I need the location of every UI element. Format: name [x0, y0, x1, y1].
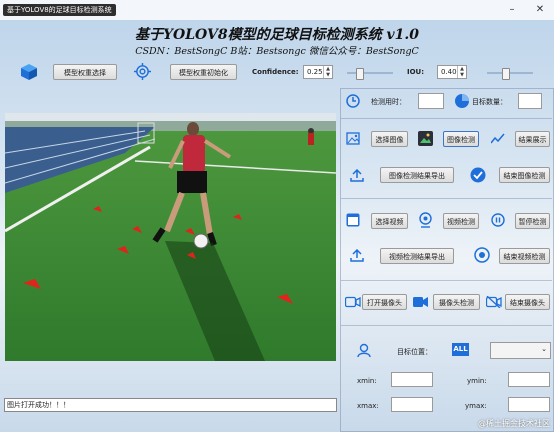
- detect-video-button[interactable]: 视频检测: [443, 213, 479, 229]
- photo-icon: [418, 131, 433, 146]
- camera-off-icon: [486, 296, 502, 308]
- soccer-field-image: [5, 113, 336, 361]
- ymax-label: ymax:: [465, 402, 487, 410]
- webcam-icon: [419, 212, 432, 228]
- end-image-detect-button[interactable]: 结束图像检测: [499, 167, 550, 183]
- status-bar: 图片打开成功！！！: [4, 398, 337, 412]
- divider: [341, 325, 552, 326]
- image-icon: [346, 132, 360, 145]
- show-result-button[interactable]: 结果展示: [515, 131, 550, 147]
- credits-text: CSDN：BestSongC B站：Bestsongc 微信公众号：BestSo…: [135, 46, 419, 57]
- iou-slider[interactable]: [487, 68, 533, 80]
- upload-icon: [350, 249, 364, 262]
- iou-label: IOU:: [407, 68, 425, 76]
- detect-time-label: 检测用时：: [371, 98, 406, 106]
- xmin-label: xmin:: [357, 377, 377, 385]
- close-icon[interactable]: ✕: [533, 3, 547, 17]
- end-camera-button[interactable]: 结束摄像头: [505, 294, 550, 310]
- user-location-icon: [357, 343, 371, 358]
- page-title: 基于YOLOV8模型的足球目标检测系统 v1.0: [135, 27, 419, 43]
- pause-detect-button[interactable]: 暂停检测: [515, 213, 550, 229]
- detect-time-value: [418, 93, 444, 109]
- ymax-field: [508, 397, 550, 412]
- title-bar: 基于YOLOV8的足球目标检测系统 – ✕: [0, 0, 554, 20]
- check-circle-icon: [470, 167, 486, 183]
- line-chart-icon: [491, 133, 505, 144]
- iou-spinbox[interactable]: 0.40 ▲ ▼: [437, 65, 467, 79]
- window-title: 基于YOLOV8的足球目标检测系统: [3, 4, 116, 16]
- target-count-label: 目标数量：: [472, 98, 507, 106]
- upload-icon: [350, 169, 364, 182]
- app-window: 基于YOLOV8的足球目标检测系统 – ✕ 基于YOLOV8模型的足球目标检测系…: [0, 0, 554, 432]
- export-video-result-button[interactable]: 视频检测结果导出: [380, 248, 454, 264]
- xmin-field: [391, 372, 433, 387]
- pie-chart-icon: [455, 94, 469, 108]
- model-select-button[interactable]: 模型权重选择: [53, 64, 117, 80]
- spin-arrows-icon[interactable]: ▲ ▼: [457, 66, 466, 78]
- spin-arrows-icon[interactable]: ▲ ▼: [323, 66, 332, 78]
- all-targets-badge: ALL: [452, 343, 469, 356]
- stop-circle-icon: [474, 247, 490, 263]
- select-image-button[interactable]: 选择图像: [371, 131, 408, 147]
- divider: [341, 118, 552, 119]
- confidence-value: 0.25: [307, 68, 323, 76]
- target-position-label: 目标位置：: [397, 348, 432, 356]
- select-video-button[interactable]: 选择视频: [371, 213, 408, 229]
- pause-icon: [491, 213, 505, 227]
- xmax-label: xmax:: [357, 402, 379, 410]
- camera-icon: [345, 296, 361, 308]
- camera-detect-button[interactable]: 摄像头检测: [433, 294, 480, 310]
- divider: [341, 198, 552, 199]
- end-video-detect-button[interactable]: 结束视频检测: [499, 248, 550, 264]
- slider-handle[interactable]: [355, 68, 364, 80]
- chevron-down-icon[interactable]: ⌄: [541, 345, 547, 353]
- xmax-field: [391, 397, 433, 412]
- target-count-value: [518, 93, 542, 109]
- slider-handle[interactable]: [502, 68, 511, 80]
- watermark: @稀土掘金技术社区: [478, 419, 550, 428]
- clock-icon: [346, 94, 360, 108]
- open-camera-button[interactable]: 打开摄像头: [362, 294, 407, 310]
- minimize-icon[interactable]: –: [505, 3, 519, 17]
- image-display: [5, 113, 336, 361]
- target-select-dropdown[interactable]: ⌄: [490, 342, 551, 359]
- video-icon: [346, 213, 360, 227]
- confidence-label: Confidence:: [252, 68, 299, 76]
- export-image-result-button[interactable]: 图像检测结果导出: [380, 167, 454, 183]
- ymin-label: ymin:: [467, 377, 487, 385]
- ymin-field: [508, 372, 550, 387]
- detect-image-button[interactable]: 图像检测: [443, 131, 479, 147]
- cube-icon: [21, 64, 37, 80]
- video-camera-icon: [413, 297, 428, 307]
- model-init-button[interactable]: 模型权重初始化: [170, 64, 237, 80]
- iou-value: 0.40: [441, 68, 457, 76]
- settings-icon: [134, 63, 151, 80]
- divider: [341, 280, 552, 281]
- confidence-spinbox[interactable]: 0.25 ▲ ▼: [303, 65, 333, 79]
- confidence-slider[interactable]: [347, 68, 393, 80]
